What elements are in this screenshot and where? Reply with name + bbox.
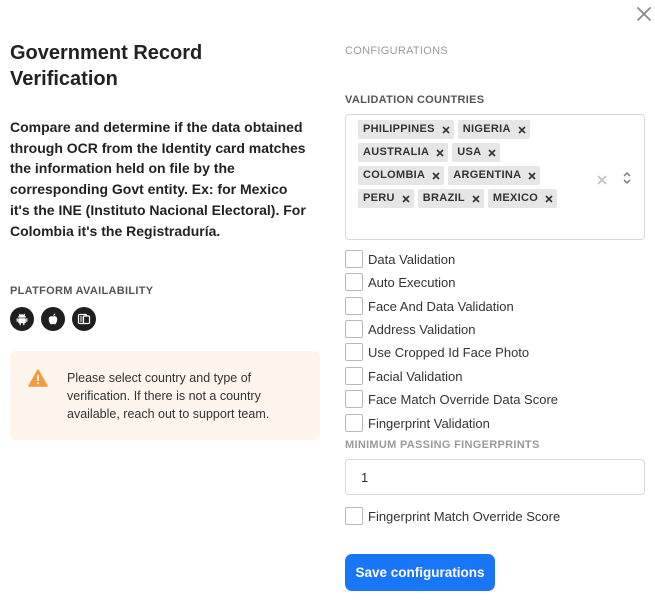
checkbox-label: Data Validation [368, 251, 456, 267]
face-match-override-data-score-checkbox[interactable]: Face Match Override Data Score [345, 390, 558, 408]
address-validation-checkbox[interactable]: Address Validation [345, 320, 475, 338]
apple-icon [41, 307, 65, 331]
checkbox[interactable] [345, 390, 363, 408]
min-fingerprints-label: MINIMUM PASSING FINGERPRINTS [345, 439, 540, 451]
checkbox-label: Fingerprint Match Override Score [368, 508, 561, 524]
checkbox[interactable] [345, 367, 363, 385]
min-fingerprints-input[interactable] [345, 459, 645, 495]
warning-icon [28, 369, 48, 387]
country-tag-label: NIGERIA [462, 123, 511, 135]
description: Compare and determine if the data obtain… [10, 119, 306, 239]
fingerprint-validation-checkbox[interactable]: Fingerprint Validation [345, 414, 490, 432]
country-tag: BRAZIL [417, 189, 484, 208]
data-validation-checkbox[interactable]: Data Validation [345, 250, 455, 268]
face-and-data-validation-checkbox[interactable]: Face And Data Validation [345, 297, 514, 315]
remove-country-button[interactable] [484, 143, 500, 162]
country-tag-label: PERU [363, 192, 395, 204]
close-icon [637, 7, 651, 21]
web-icon [72, 307, 96, 331]
alert-text: Please select country and type of verifi… [67, 371, 270, 421]
remove-country-button[interactable] [432, 143, 448, 162]
country-tag-label: COLOMBIA [363, 169, 426, 181]
auto-execution-checkbox[interactable]: Auto Execution [345, 273, 455, 291]
country-tag: PHILIPPINES [358, 120, 454, 139]
close-icon [436, 148, 444, 157]
checkbox[interactable] [345, 273, 363, 291]
platform-availability-label: PLATFORM AVAILABILITY [10, 285, 154, 297]
remove-country-button[interactable] [524, 166, 540, 185]
remove-country-button[interactable] [468, 189, 484, 208]
remove-country-button[interactable] [438, 120, 454, 139]
country-tag-label: PHILIPPINES [363, 123, 435, 135]
chevron-up-down-icon [623, 172, 631, 184]
remove-country-button[interactable] [514, 120, 530, 139]
close-icon [442, 125, 450, 134]
checkbox[interactable] [345, 320, 363, 338]
country-tag: NIGERIA [457, 120, 530, 139]
checkbox[interactable] [345, 414, 363, 432]
close-icon [432, 171, 440, 180]
configurations-label: CONFIGURATIONS [345, 45, 448, 57]
facial-validation-checkbox[interactable]: Facial Validation [345, 367, 462, 385]
country-tag-label: USA [457, 146, 482, 158]
country-tag: PERU [358, 189, 414, 208]
close-icon [545, 194, 553, 203]
page-title: Government Record Verification [10, 42, 203, 90]
close-icon [528, 171, 536, 180]
remove-country-button[interactable] [541, 189, 557, 208]
checkbox-label: Facial Validation [368, 368, 463, 384]
clear-countries-button[interactable] [596, 173, 608, 185]
checkbox[interactable] [345, 343, 363, 361]
checkbox-label: Fingerprint Validation [368, 415, 490, 431]
country-tag-label: AUSTRALIA [363, 146, 430, 158]
checkbox[interactable] [345, 297, 363, 315]
save-configurations-button[interactable]: Save configurations [345, 554, 495, 591]
country-tag: MEXICO [487, 189, 558, 208]
country-tag: AUSTRALIA [358, 143, 449, 162]
fingerprint-match-override-score-checkbox[interactable]: Fingerprint Match Override Score [345, 507, 560, 525]
checkbox-label: Auto Execution [368, 274, 456, 290]
remove-country-button[interactable] [398, 189, 414, 208]
android-icon [10, 307, 34, 331]
close-icon [518, 125, 526, 134]
country-tag: COLOMBIA [358, 166, 445, 185]
checkbox[interactable] [345, 250, 363, 268]
checkbox-label: Face And Data Validation [368, 298, 514, 314]
platform-icons [10, 307, 96, 331]
checkbox-label: Face Match Override Data Score [368, 391, 559, 407]
checkbox-label: Address Validation [368, 321, 476, 337]
checkbox-label: Use Cropped Id Face Photo [368, 344, 530, 360]
remove-country-button[interactable] [428, 166, 444, 185]
country-tag-label: BRAZIL [422, 192, 465, 204]
close-icon [488, 148, 496, 157]
country-tag: USA [452, 143, 501, 162]
select-toggle[interactable] [622, 171, 632, 185]
close-icon [597, 175, 607, 185]
country-tag-label: MEXICO [492, 192, 539, 204]
close-icon [472, 194, 480, 203]
close-icon [402, 194, 410, 203]
validation-countries-select[interactable]: PHILIPPINES NIGERIA AUSTRALIA USA COLOMB… [345, 114, 645, 240]
country-tags: PHILIPPINES NIGERIA AUSTRALIA USA COLOMB… [358, 120, 573, 208]
close-button[interactable] [634, 4, 654, 24]
use-cropped-id-face-photo-checkbox[interactable]: Use Cropped Id Face Photo [345, 343, 529, 361]
info-alert: Please select country and type of verifi… [10, 351, 320, 440]
validation-countries-label: VALIDATION COUNTRIES [345, 94, 485, 106]
checkbox[interactable] [345, 507, 363, 525]
country-tag-label: ARGENTINA [453, 169, 522, 181]
country-tag: ARGENTINA [448, 166, 541, 185]
